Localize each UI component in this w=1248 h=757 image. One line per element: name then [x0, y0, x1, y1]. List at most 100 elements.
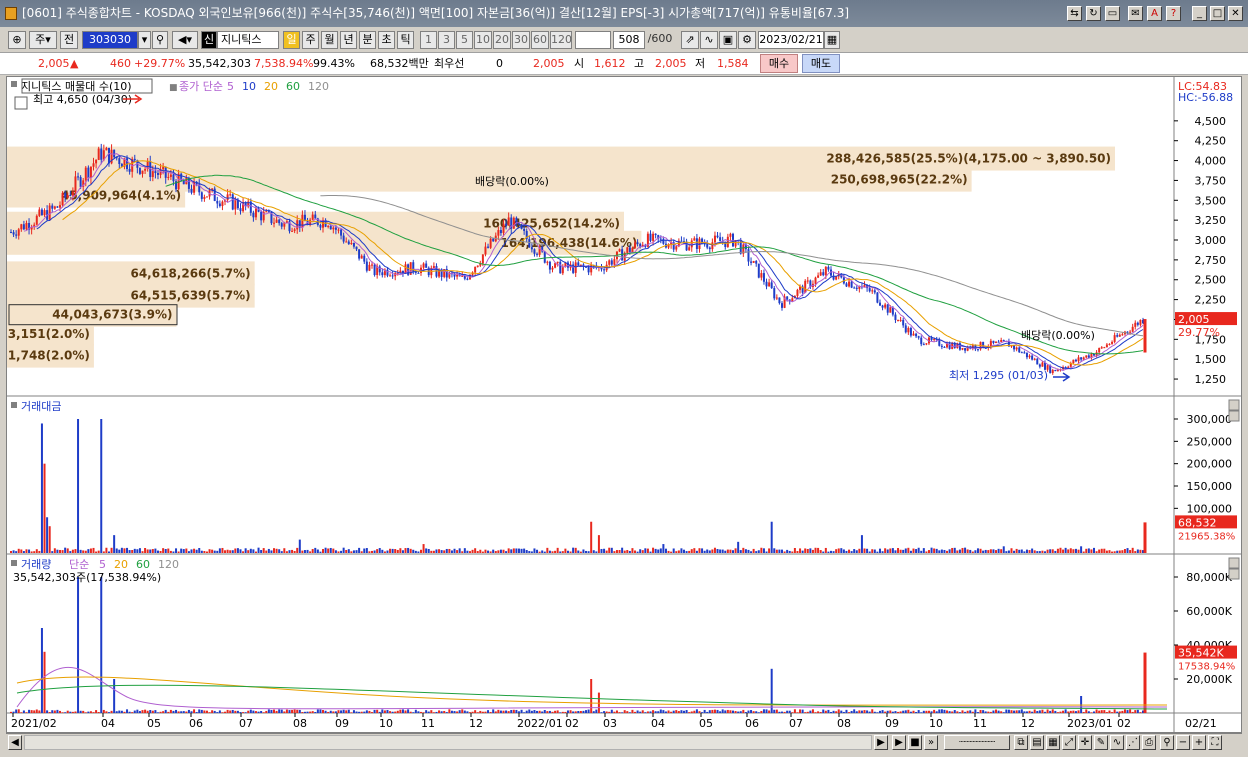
lock-icon[interactable]: ⊕: [8, 31, 26, 49]
candle-body: [216, 200, 219, 204]
stock-name-field[interactable]: 지니틱스: [217, 31, 279, 49]
speed-slider[interactable]: ┈┈┈┈┈┈: [944, 735, 1010, 750]
interval-button-20[interactable]: 20: [493, 31, 511, 49]
search-icon[interactable]: ⚲: [152, 31, 168, 49]
amount-bar: [822, 551, 825, 553]
chart-area[interactable]: 288,426,585(25.5%)(4,175.00 ~ 3,890.50) 2…: [0, 76, 1242, 733]
copy-icon[interactable]: ⧉: [1014, 735, 1028, 750]
wave-icon[interactable]: ∿: [1110, 735, 1124, 750]
volume-bar: [1085, 709, 1088, 713]
last-volume-bar: [1143, 652, 1147, 713]
interval-button-30[interactable]: 30: [512, 31, 530, 49]
panel-scroll-icon[interactable]: [1228, 399, 1240, 411]
save-icon[interactable]: ▣: [719, 31, 737, 49]
amount-bar: [391, 548, 394, 553]
buy-button[interactable]: 매수: [760, 54, 798, 73]
memo-icon[interactable]: ✉: [1128, 6, 1143, 21]
amount-bar: [89, 548, 92, 553]
chart-canvas[interactable]: 288,426,585(25.5%)(4,175.00 ~ 3,890.50) 2…: [0, 77, 1241, 732]
code-dropdown-icon[interactable]: ▾: [138, 31, 151, 49]
zoom-in-icon[interactable]: +: [1192, 735, 1206, 750]
stock-code-input[interactable]: 303030: [82, 31, 138, 49]
chart-tool-icon[interactable]: ⇗: [681, 31, 699, 49]
link-icon[interactable]: ⇆: [1067, 6, 1082, 21]
grid-icon[interactable]: ▦: [1046, 735, 1060, 750]
amount-bar: [566, 550, 569, 553]
table-icon[interactable]: ▤: [1030, 735, 1044, 750]
period-tab-0[interactable]: 일: [283, 31, 300, 49]
amount-bar: [533, 548, 536, 553]
candle-body: [546, 261, 549, 263]
period-tab-5[interactable]: 초: [378, 31, 395, 49]
volume-bar: [747, 710, 750, 713]
candle-body: [871, 290, 874, 292]
help-icon[interactable]: ?: [1166, 6, 1181, 21]
scroll-track[interactable]: [24, 735, 872, 750]
interval-button-5[interactable]: 5: [456, 31, 473, 49]
volume-bar: [260, 711, 263, 713]
stop-icon[interactable]: ■: [908, 735, 922, 750]
interval-button-60[interactable]: 60: [531, 31, 549, 49]
chart-scrollbar[interactable]: ◀ ▶ ▶ ■ » ┈┈┈┈┈┈ ⧉ ▤ ▦ ⤢ ✛ ✎ ∿ ⋰ ⎙ ⚲ − +…: [6, 733, 1242, 751]
amount-bar: [768, 548, 771, 553]
minimize-button[interactable]: _: [1192, 6, 1207, 21]
fullscreen-icon[interactable]: ⛶: [1208, 735, 1222, 750]
speaker-icon[interactable]: ◀▾: [172, 31, 198, 49]
period-tab-4[interactable]: 분: [359, 31, 376, 49]
alert-icon[interactable]: A: [1147, 6, 1162, 21]
refresh-icon[interactable]: ↻: [1086, 6, 1101, 21]
volume-bar: [1074, 711, 1077, 713]
period-tab-6[interactable]: 틱: [397, 31, 414, 49]
prev-button[interactable]: 전: [60, 31, 78, 49]
amount-bar: [236, 548, 239, 553]
interval-button-120[interactable]: 120: [550, 31, 572, 49]
interval-button-1[interactable]: 1: [420, 31, 437, 49]
period-tab-1[interactable]: 주: [302, 31, 319, 49]
amount-bar: [456, 550, 459, 553]
high-note: 최고 4,650 (04/30): [33, 93, 132, 106]
candle-body: [74, 176, 77, 192]
panel-scroll-icon[interactable]: [1228, 557, 1240, 569]
window-icon[interactable]: ▭: [1105, 6, 1120, 21]
fast-forward-icon[interactable]: »: [924, 735, 938, 750]
count-input[interactable]: 508: [613, 31, 645, 49]
date-input[interactable]: 2023/02/21: [758, 31, 824, 49]
expand-icon[interactable]: ⤢: [1062, 735, 1076, 750]
panel-scroll-icon[interactable]: [1228, 410, 1240, 422]
zoom-icon[interactable]: ⚲: [1160, 735, 1174, 750]
close-button[interactable]: ✕: [1228, 6, 1243, 21]
volume-bar: [889, 710, 892, 713]
volume-bar: [262, 712, 265, 713]
volume-bar: [33, 710, 36, 713]
table-icon[interactable]: [14, 96, 28, 110]
interval-button-10[interactable]: 10: [474, 31, 492, 49]
period-tab-2[interactable]: 월: [321, 31, 338, 49]
scroll-left-icon[interactable]: ◀: [8, 735, 22, 750]
amount-bar: [123, 548, 126, 553]
settings-icon[interactable]: ⚙: [738, 31, 756, 49]
zoom-out-icon[interactable]: −: [1176, 735, 1190, 750]
volume-profile-label: 64,618,266(5.7%): [130, 266, 250, 280]
volume-bar: [1087, 711, 1090, 713]
maximize-button[interactable]: □: [1210, 6, 1225, 21]
play-icon[interactable]: ▶: [892, 735, 906, 750]
period-tab-3[interactable]: 년: [340, 31, 357, 49]
zigzag-icon[interactable]: ⋰: [1126, 735, 1140, 750]
volume-bar: [107, 712, 110, 713]
amount-bar: [177, 551, 180, 553]
stock-type-select[interactable]: 주▾: [29, 31, 57, 49]
volume-bar: [1116, 711, 1119, 713]
panel-scroll-icon[interactable]: [1228, 568, 1240, 580]
ma-legend-label: 종가 단순: [179, 80, 223, 93]
scroll-right-icon[interactable]: ▶: [874, 735, 888, 750]
draw-icon[interactable]: ✎: [1094, 735, 1108, 750]
sell-button[interactable]: 매도: [802, 54, 840, 73]
print-icon[interactable]: ⎙: [1142, 735, 1156, 750]
candle-body: [56, 206, 59, 208]
interval-input[interactable]: [575, 31, 611, 49]
volume-bar: [654, 711, 657, 713]
line-tool-icon[interactable]: ∿: [700, 31, 718, 49]
interval-button-3[interactable]: 3: [438, 31, 455, 49]
cross-icon[interactable]: ✛: [1078, 735, 1092, 750]
calendar-icon[interactable]: ▦: [824, 31, 840, 49]
